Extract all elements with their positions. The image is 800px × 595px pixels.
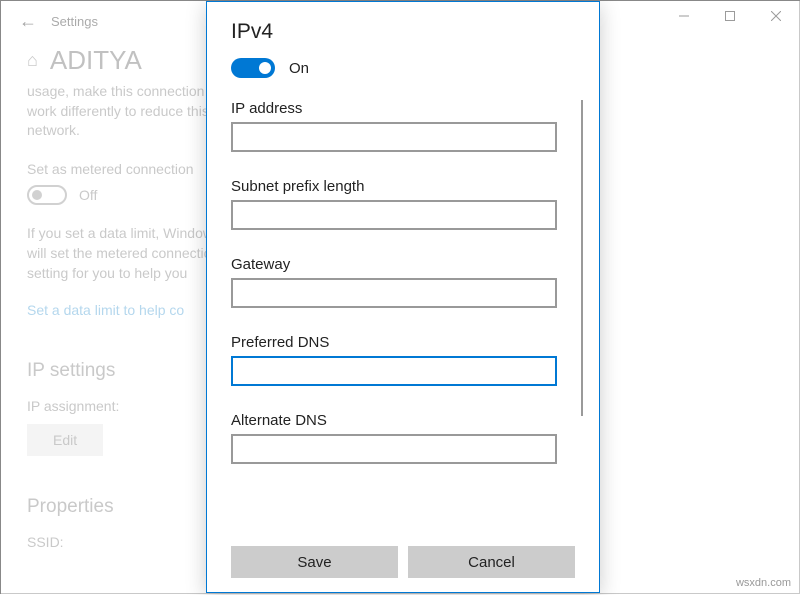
ipv4-edit-dialog: IPv4 On IP address Subnet prefix length …	[206, 1, 600, 593]
maximize-button[interactable]	[707, 1, 753, 31]
ip-address-input[interactable]	[231, 122, 557, 152]
alternate-dns-label: Alternate DNS	[231, 412, 575, 429]
data-limit-text: If you set a data limit, Windows will se…	[27, 223, 227, 284]
preferred-dns-input[interactable]	[231, 356, 557, 386]
watermark: wsxdn.com	[736, 577, 791, 589]
settings-header: ← Settings	[1, 7, 98, 35]
scrollbar[interactable]	[581, 100, 583, 416]
app-label: Settings	[51, 14, 98, 29]
back-arrow-icon[interactable]: ←	[19, 11, 51, 32]
subnet-input[interactable]	[231, 200, 557, 230]
cancel-button[interactable]: Cancel	[408, 546, 575, 578]
gateway-input[interactable]	[231, 278, 557, 308]
subnet-label: Subnet prefix length	[231, 178, 575, 195]
ipv4-toggle[interactable]	[231, 58, 275, 78]
metered-toggle[interactable]	[27, 185, 67, 205]
ipv4-toggle-state: On	[289, 60, 309, 77]
minimize-button[interactable]	[661, 1, 707, 31]
metered-state: Off	[79, 187, 97, 203]
page-title: ADITYA	[50, 45, 142, 76]
save-button[interactable]: Save	[231, 546, 398, 578]
preferred-dns-label: Preferred DNS	[231, 334, 575, 351]
dialog-title: IPv4	[231, 20, 575, 44]
home-icon[interactable]: ⌂	[27, 50, 38, 71]
alternate-dns-input[interactable]	[231, 434, 557, 464]
close-button[interactable]	[753, 1, 799, 31]
set-data-limit-link[interactable]: Set a data limit to help co	[27, 302, 184, 318]
ip-address-label: IP address	[231, 100, 575, 117]
gateway-label: Gateway	[231, 256, 575, 273]
edit-button[interactable]: Edit	[27, 424, 103, 456]
body-text: usage, make this connection work differe…	[27, 82, 227, 141]
